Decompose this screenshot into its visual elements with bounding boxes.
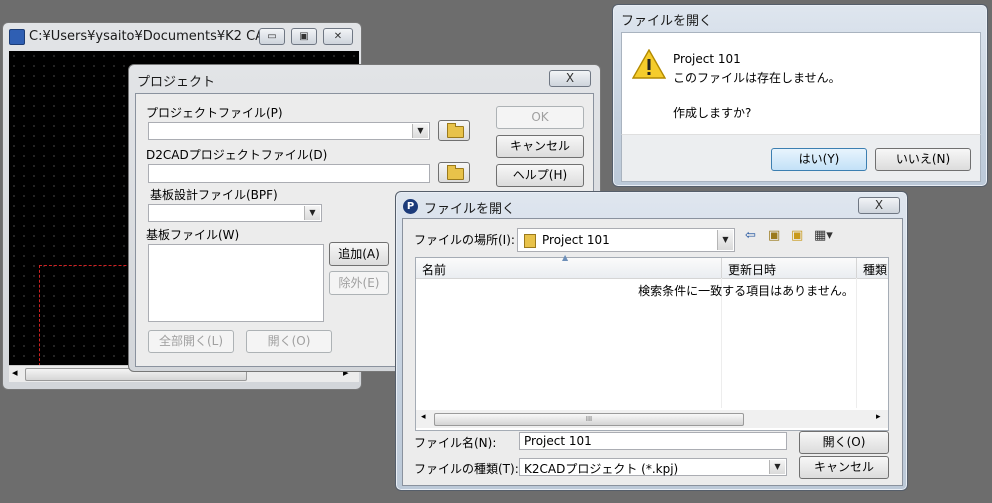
folder-open-icon (447, 123, 464, 138)
bpf-label: 基板設計ファイル(BPF) (150, 188, 278, 202)
ok-button[interactable]: OK (496, 106, 584, 129)
alert-footer: はい(Y) いいえ(N) (621, 134, 981, 182)
back-icon[interactable]: ⇦ (745, 228, 756, 243)
open-button[interactable]: 開く(O) (246, 330, 332, 353)
maximize-icon: ▣ (299, 31, 309, 42)
browse-project-button[interactable] (438, 120, 470, 141)
filename-label: ファイル名(N): (414, 436, 497, 450)
chevron-down-icon: ▼ (304, 206, 320, 220)
alert-body: Project 101 このファイルは存在しません。 作成しますか? (621, 32, 981, 135)
add-button[interactable]: 追加(A) (329, 242, 389, 266)
close-icon: ✕ (333, 31, 343, 42)
location-label: ファイルの場所(I): (414, 233, 515, 247)
column-header-name[interactable]: ▲ 名前 (416, 253, 722, 278)
project-file-label: プロジェクトファイル(P) (146, 106, 283, 120)
column-header-row: ▲ 名前 更新日時 種類 (416, 253, 888, 279)
dialog-title: ファイルを開く (424, 202, 516, 217)
filetype-dropdown[interactable]: K2CADプロジェクト (*.kpj) ▼ (519, 458, 787, 476)
cancel-button[interactable]: キャンセル (799, 456, 889, 479)
folder-open-icon (447, 165, 464, 180)
message-not-exist: このファイルは存在しません。 (673, 71, 841, 85)
location-dropdown[interactable]: Project 101 ▼ (517, 228, 735, 252)
scroll-left-arrow[interactable]: ◂ (12, 366, 18, 379)
open-all-button[interactable]: 全部開く(L) (148, 330, 234, 353)
dialog-title: プロジェクト (137, 75, 216, 90)
no-button[interactable]: いいえ(N) (875, 148, 971, 171)
maximize-button[interactable]: ▣ (291, 28, 317, 45)
app-icon (9, 29, 25, 45)
new-folder-icon[interactable]: ▣ (791, 228, 803, 243)
app-p-icon: P (403, 199, 418, 214)
dialog-title: ファイルを開く (621, 14, 713, 29)
close-icon: X (565, 71, 575, 85)
file-not-found-dialog: ファイルを開く Project 101 このファイルは存在しません。 作成します… (612, 4, 988, 187)
d2cad-label: D2CADプロジェクトファイル(D) (146, 148, 328, 162)
open-button[interactable]: 開く(O) (799, 431, 889, 454)
remove-button[interactable]: 除外(E) (329, 271, 389, 295)
empty-message: 検索条件に一致する項目はありません。 (638, 284, 854, 298)
close-button[interactable]: ✕ (323, 28, 353, 45)
folder-icon (524, 234, 536, 248)
scroll-right-arrow[interactable]: ▸ (876, 412, 881, 422)
column-header-modified[interactable]: 更新日時 (722, 258, 857, 278)
chevron-down-icon: ▼ (717, 230, 733, 250)
window-title: C:¥Users¥ysaito¥Documents¥K2 CA... (29, 29, 259, 44)
open-dialog-body: ファイルの場所(I): Project 101 ▼ ⇦ ▣ ▣ ▦▾ ▲ 名前 … (402, 218, 903, 486)
filename-input[interactable]: Project 101 (519, 432, 787, 450)
minimize-button[interactable]: ▭ (259, 28, 285, 45)
column-header-type[interactable]: 種類 (857, 258, 888, 278)
open-file-dialog: P ファイルを開く X ファイルの場所(I): Project 101 ▼ ⇦ … (395, 191, 908, 491)
file-list[interactable]: ▲ 名前 更新日時 種類 検索条件に一致する項目はありません。 ◂ III ▸ (415, 253, 889, 431)
up-folder-icon[interactable]: ▣ (768, 228, 780, 243)
chevron-down-icon: ▼ (769, 460, 785, 474)
scroll-thumb[interactable]: III (434, 413, 744, 426)
warning-icon (632, 49, 666, 79)
help-button[interactable]: ヘルプ(H) (496, 164, 584, 187)
close-icon: X (874, 198, 884, 212)
cancel-button[interactable]: キャンセル (496, 135, 584, 158)
minimize-icon: ▭ (267, 31, 277, 42)
d2cad-file-input[interactable] (148, 164, 430, 183)
board-files-list[interactable] (148, 244, 324, 322)
chevron-down-icon: ▼ (412, 124, 428, 138)
message-create-prompt: 作成しますか? (673, 106, 752, 120)
bpf-dropdown[interactable]: ▼ (148, 204, 322, 222)
sort-up-icon: ▲ (562, 253, 569, 262)
scroll-left-arrow[interactable]: ◂ (421, 412, 426, 422)
browse-d2cad-button[interactable] (438, 162, 470, 183)
close-button[interactable]: X (549, 70, 591, 87)
close-button[interactable]: X (858, 197, 900, 214)
message-filename: Project 101 (673, 52, 741, 66)
filetype-label: ファイルの種類(T): (414, 462, 519, 476)
file-list-hscroll[interactable]: ◂ III ▸ (416, 410, 888, 428)
view-menu-icon[interactable]: ▦▾ (814, 228, 833, 243)
project-file-dropdown[interactable]: ▼ (148, 122, 430, 140)
board-files-label: 基板ファイル(W) (146, 228, 240, 242)
yes-button[interactable]: はい(Y) (771, 148, 867, 171)
